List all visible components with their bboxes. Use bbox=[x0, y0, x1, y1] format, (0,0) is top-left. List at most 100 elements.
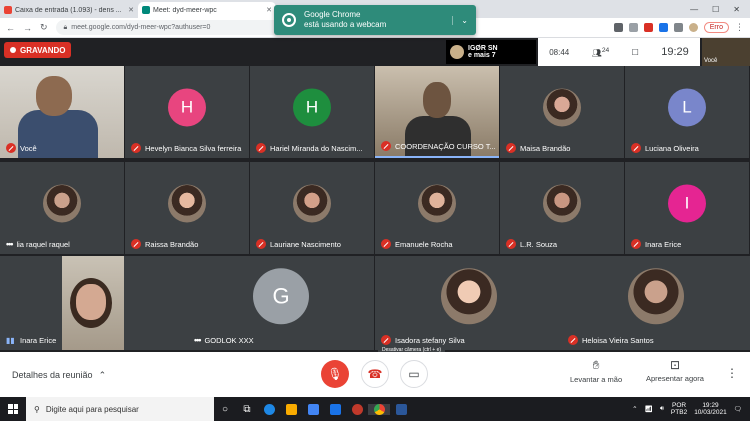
tab-gmail[interactable]: Caixa de entrada (1.093) - dens ... ✕ bbox=[0, 2, 138, 18]
mic-off-icon bbox=[381, 239, 391, 249]
participant-tile[interactable]: Maisa Brandão bbox=[500, 66, 624, 158]
extensions: Erro ⋮ bbox=[613, 22, 744, 33]
participant-tile[interactable]: Heloisa Vieira Santos bbox=[562, 256, 750, 350]
participant-tile[interactable]: Você bbox=[0, 66, 124, 158]
recording-badge[interactable]: GRAVANDO bbox=[4, 42, 72, 58]
minimize-icon[interactable]: — bbox=[690, 5, 698, 14]
task-view-icon[interactable]: ⧉ bbox=[236, 404, 258, 415]
participant-label: Inara Erice bbox=[631, 239, 745, 249]
participant-tile[interactable]: ▮▮ Inara Erice bbox=[0, 256, 188, 350]
avatar bbox=[418, 184, 456, 223]
presenter-name: IGØR SN bbox=[468, 45, 498, 52]
participant-name: Hariel Miranda do Nascim... bbox=[270, 143, 363, 153]
edge-icon[interactable] bbox=[258, 403, 280, 415]
taskbar-clock[interactable]: 19:29 10/03/2021 bbox=[694, 402, 727, 416]
language-indicator[interactable]: POR PTB2 bbox=[671, 402, 687, 416]
chrome-icon[interactable] bbox=[368, 403, 390, 415]
avatar bbox=[543, 88, 581, 127]
star-icon[interactable] bbox=[628, 23, 638, 32]
start-button[interactable] bbox=[0, 404, 26, 414]
notifications-icon[interactable]: 🗨︎ bbox=[734, 405, 742, 413]
participant-tile[interactable]: G ••• GODLOK XXX bbox=[188, 256, 374, 350]
participant-label: Isadora stefany Silva bbox=[381, 335, 558, 345]
store-icon[interactable] bbox=[302, 403, 324, 415]
network-icon[interactable]: 📶︎ bbox=[645, 405, 653, 413]
participant-name: Inara Erice bbox=[20, 336, 57, 345]
avatar: I bbox=[668, 184, 706, 223]
participant-tile[interactable]: Lauriane Nascimento bbox=[250, 162, 374, 254]
avatar bbox=[43, 184, 81, 223]
close-tab-icon[interactable]: ✕ bbox=[266, 6, 272, 14]
cortana-icon[interactable]: ○ bbox=[214, 404, 236, 415]
participant-tile[interactable]: L Luciana Oliveira bbox=[625, 66, 749, 158]
participant-name: Inara Erice bbox=[645, 239, 682, 249]
menu-icon[interactable]: ⋮ bbox=[735, 22, 744, 33]
participant-tile[interactable]: Isadora stefany Silva bbox=[375, 256, 562, 350]
forward-icon[interactable]: → bbox=[23, 23, 32, 33]
participant-name: L.R. Souza bbox=[520, 239, 558, 249]
chevron-down-icon[interactable]: ⌄ bbox=[452, 15, 468, 25]
participant-label: L.R. Souza bbox=[506, 239, 620, 249]
mic-off-icon bbox=[256, 239, 266, 249]
tab-title: Caixa de entrada (1.093) - dens ... bbox=[15, 6, 122, 14]
participants-button[interactable]: 👥︎24 bbox=[592, 47, 610, 58]
pdf-extension-icon[interactable] bbox=[643, 23, 653, 32]
meeting-details-button[interactable]: Detalhes da reunião ⌃ bbox=[12, 370, 106, 381]
participant-tile[interactable]: H Hevelyn Bianca Silva ferreira bbox=[125, 66, 249, 158]
file-explorer-icon[interactable] bbox=[280, 403, 302, 415]
mic-off-icon bbox=[506, 143, 516, 153]
webcam-notification[interactable]: Google Chrome está usando a webcam ⌄ bbox=[274, 5, 476, 35]
error-badge[interactable]: Erro bbox=[703, 22, 729, 33]
avatar: H bbox=[293, 88, 331, 127]
mail-icon[interactable] bbox=[324, 403, 346, 415]
close-window-icon[interactable]: ✕ bbox=[733, 5, 740, 14]
lang-label: POR bbox=[672, 402, 687, 409]
recording-label: GRAVANDO bbox=[20, 45, 66, 55]
participant-tile[interactable]: ••• lia raquel raquel bbox=[0, 162, 124, 254]
mic-off-icon bbox=[131, 143, 141, 153]
back-icon[interactable]: ← bbox=[6, 23, 15, 33]
extension-icon[interactable] bbox=[658, 23, 668, 32]
present-icon: ⊡ bbox=[669, 358, 680, 372]
participant-name: GODLOK XXX bbox=[204, 335, 254, 345]
volume-icon[interactable]: 🔊︎ bbox=[660, 405, 664, 413]
close-tab-icon[interactable]: ✕ bbox=[128, 6, 134, 14]
more-options-icon[interactable]: ⋮ bbox=[726, 366, 738, 380]
avatar bbox=[293, 184, 331, 223]
camera-button[interactable]: ▭ bbox=[400, 360, 428, 388]
maximize-icon[interactable]: ☐ bbox=[712, 5, 719, 14]
chevron-up-icon[interactable]: ⌃ bbox=[632, 405, 637, 413]
camera-indicator-icon[interactable] bbox=[613, 23, 623, 32]
leave-call-button[interactable]: ☎︎ bbox=[361, 360, 389, 388]
raise-hand-label: Levantar a mão bbox=[570, 375, 623, 384]
media-icon[interactable] bbox=[346, 403, 368, 415]
participant-tile[interactable]: COORDENAÇÃO CURSO T... bbox=[375, 66, 499, 158]
participant-tile[interactable]: Emanuele Rocha bbox=[375, 162, 499, 254]
chat-icon[interactable]: ☐ bbox=[632, 48, 639, 57]
window-controls: — ☐ ✕ bbox=[680, 0, 750, 18]
mic-off-icon bbox=[631, 143, 641, 153]
raise-hand-button[interactable]: ✋︎ Levantar a mão bbox=[570, 358, 622, 384]
participant-tile[interactable]: H Hariel Miranda do Nascim... bbox=[250, 66, 374, 158]
word-icon[interactable] bbox=[390, 403, 412, 415]
video-feed bbox=[36, 76, 72, 116]
present-now-button[interactable]: ⊡ Apresentar agora bbox=[646, 358, 704, 383]
presenter-sub: e mais 7 bbox=[468, 52, 496, 59]
participant-name: COORDENAÇÃO CURSO T... bbox=[395, 141, 495, 151]
puzzle-icon[interactable] bbox=[673, 23, 683, 32]
taskbar-search[interactable]: ⚲ Digite aqui para pesquisar bbox=[26, 397, 214, 421]
profile-icon[interactable] bbox=[688, 23, 698, 32]
reload-icon[interactable]: ↻ bbox=[40, 22, 48, 33]
participant-label: Lauriane Nascimento bbox=[256, 239, 370, 249]
mic-off-icon bbox=[381, 141, 391, 151]
participant-tile[interactable]: Raissa Brandão bbox=[125, 162, 249, 254]
video-feed bbox=[405, 116, 471, 156]
participant-tile[interactable]: L.R. Souza bbox=[500, 162, 624, 254]
tab-meet[interactable]: Meet: dyd-meer-wpc ✕ bbox=[138, 2, 276, 18]
presenter-chip[interactable]: IGØR SN e mais 7 bbox=[446, 40, 536, 64]
notification-body: está usando a webcam bbox=[304, 20, 387, 29]
participant-name: Isadora stefany Silva bbox=[395, 335, 465, 345]
mic-off-icon bbox=[381, 335, 391, 345]
mic-button[interactable]: 🎙︎ bbox=[321, 360, 349, 388]
participant-tile[interactable]: I Inara Erice bbox=[625, 162, 749, 254]
